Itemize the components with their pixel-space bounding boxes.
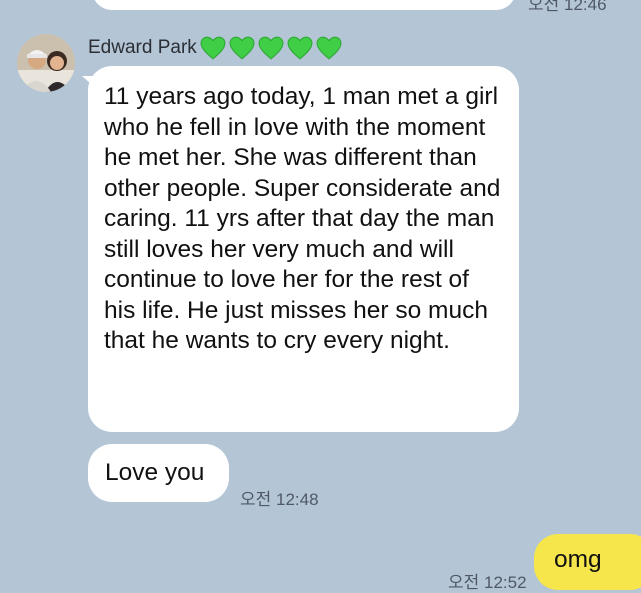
avatar[interactable]: [17, 34, 75, 92]
sender-name: Edward Park: [88, 37, 197, 58]
message-bubble[interactable]: Love you: [88, 444, 229, 502]
heart-emoji-group: [200, 36, 345, 60]
chat-thread: 오전 12:46 Edward Park 11 years ago today,…: [0, 0, 641, 592]
my-message-bubble[interactable]: omg: [534, 534, 641, 590]
message-timestamp: 오전 12:48: [240, 490, 319, 509]
message-text: omg: [554, 546, 602, 573]
green-heart-icon: [258, 36, 284, 60]
profile-photo: [17, 34, 75, 92]
green-heart-icon: [229, 36, 255, 60]
green-heart-icon: [287, 36, 313, 60]
sender-name-row: Edward Park: [88, 36, 345, 60]
green-heart-icon: [316, 36, 342, 60]
previous-message-bubble[interactable]: [92, 0, 516, 10]
message-timestamp: 오전 12:46: [528, 0, 607, 14]
message-bubble[interactable]: 11 years ago today, 1 man met a girl who…: [88, 66, 519, 432]
message-text: Love you: [105, 459, 205, 486]
message-text: 11 years ago today, 1 man met a girl who…: [104, 83, 501, 354]
message-timestamp: 오전 12:52: [448, 573, 527, 592]
green-heart-icon: [200, 36, 226, 60]
